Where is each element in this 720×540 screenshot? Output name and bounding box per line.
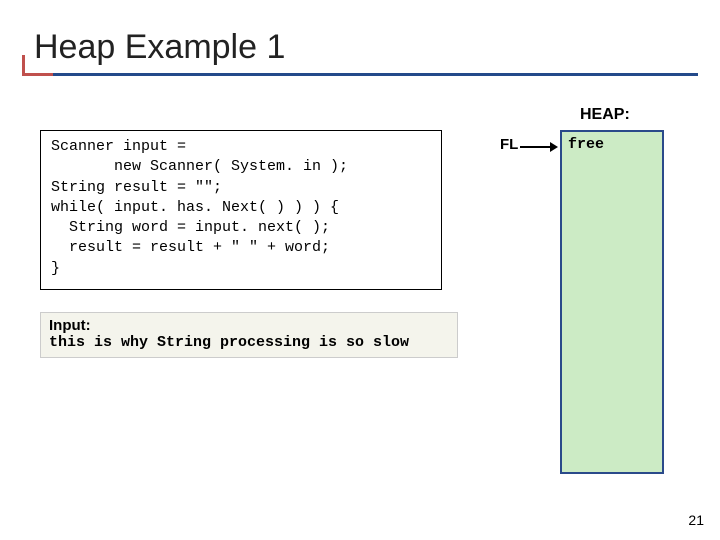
input-box: Input: this is why String processing is … (40, 312, 458, 358)
title-accent (22, 55, 53, 76)
code-box: Scanner input = new Scanner( System. in … (40, 130, 442, 290)
page-number: 21 (688, 512, 704, 528)
code-line-6: result = result + " " + word; (51, 239, 330, 256)
title-bar: Heap Example 1 (22, 28, 698, 76)
code-line-1: Scanner input = (51, 138, 195, 155)
code-line-3: String result = ""; (51, 179, 222, 196)
code-line-7: } (51, 260, 60, 277)
code-line-4: while( input. has. Next( ) ) ) { (51, 199, 339, 216)
input-label: Input: (49, 317, 449, 334)
heap-box: free (560, 130, 664, 474)
fl-label: FL (500, 136, 518, 153)
heap-free-cell: free (568, 136, 604, 153)
heap-title: HEAP: (580, 106, 630, 124)
arrow-line (520, 146, 552, 148)
code-line-5: String word = input. next( ); (51, 219, 330, 236)
input-text: this is why String processing is so slow (49, 334, 449, 351)
code-line-2: new Scanner( System. in ); (51, 158, 348, 175)
arrow-head (550, 142, 558, 152)
arrow-icon (520, 146, 558, 147)
slide-title: Heap Example 1 (22, 28, 698, 73)
